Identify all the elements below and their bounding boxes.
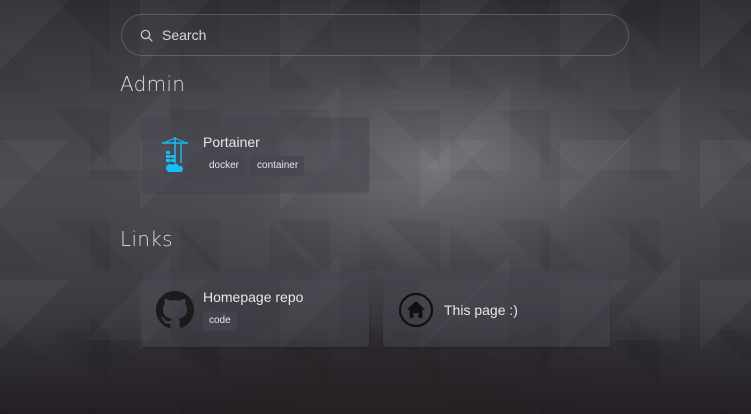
tag-code[interactable]: code xyxy=(203,310,237,331)
portainer-icon xyxy=(155,135,195,175)
search-bar[interactable] xyxy=(121,14,629,56)
group-title-links: Links xyxy=(120,227,173,251)
card-name: Homepage repo xyxy=(203,288,304,305)
github-icon xyxy=(155,290,195,330)
card-this-page[interactable]: This page :) xyxy=(383,272,610,347)
search-icon xyxy=(138,27,154,43)
tag-list: docker container xyxy=(203,155,305,176)
tag-container[interactable]: container xyxy=(251,155,305,176)
home-icon xyxy=(396,290,436,330)
tag-docker[interactable]: docker xyxy=(203,155,246,176)
card-name: This page :) xyxy=(444,301,518,318)
group-title-admin: Admin xyxy=(120,72,186,96)
card-portainer[interactable]: Portainer docker container xyxy=(142,117,369,192)
search-input[interactable] xyxy=(162,15,628,55)
card-name: Portainer xyxy=(203,133,260,150)
tag-list: code xyxy=(203,310,303,331)
card-homepage-repo[interactable]: Homepage repo code xyxy=(142,272,369,347)
background xyxy=(0,0,751,414)
